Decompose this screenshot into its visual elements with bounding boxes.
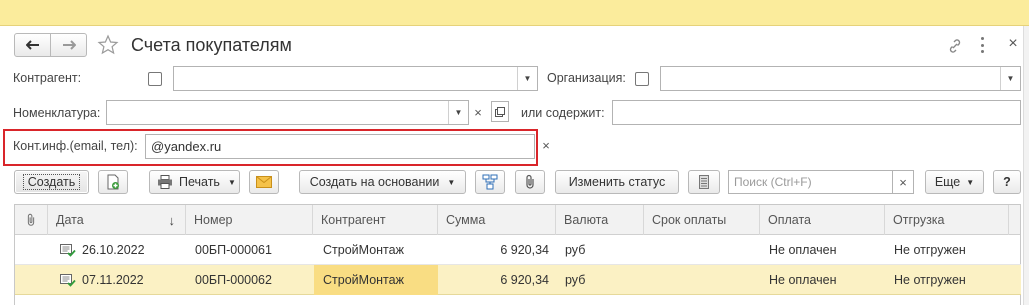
row-date: 26.10.2022 <box>82 243 145 257</box>
column-header-currency[interactable]: Валюта <box>556 205 644 235</box>
chevron-down-icon: ▼ <box>447 177 456 187</box>
arrow-right-icon <box>62 40 76 50</box>
row-sum: 6 920,34 <box>500 273 549 287</box>
clear-icon[interactable]: × <box>539 136 553 154</box>
row-number: 00БП-000061 <box>195 243 272 257</box>
help-button[interactable]: ? <box>993 170 1021 194</box>
row-number: 00БП-000062 <box>195 273 272 287</box>
organization-checkbox[interactable] <box>635 72 649 86</box>
contact-label: Конт.инф.(email, тел): <box>13 139 138 153</box>
document-posted-icon <box>60 244 76 257</box>
list-icon <box>699 175 709 189</box>
row-payment: Не оплачен <box>769 273 837 287</box>
counterparty-select[interactable]: ▼ <box>173 66 538 91</box>
organization-label: Организация: <box>547 71 626 85</box>
row-currency: руб <box>565 273 586 287</box>
clear-icon[interactable]: × <box>471 103 485 121</box>
envelope-icon <box>256 176 272 188</box>
row-shipment: Не отгружен <box>894 273 966 287</box>
column-header-number[interactable]: Номер <box>186 205 313 235</box>
column-header-shipment[interactable]: Отгрузка <box>885 205 1009 235</box>
column-header-sum[interactable]: Сумма <box>438 205 556 235</box>
row-currency: руб <box>565 243 586 257</box>
counterparty-checkbox[interactable] <box>148 72 162 86</box>
favorite-star-icon[interactable] <box>97 34 119 56</box>
row-shipment: Не отгружен <box>894 243 966 257</box>
row-payment: Не оплачен <box>769 243 837 257</box>
row-sum: 6 920,34 <box>500 243 549 257</box>
more-button[interactable]: Еще ▼ <box>925 170 984 194</box>
paperclip-icon <box>27 213 35 226</box>
document-posted-icon <box>60 274 76 287</box>
nomenclature-label: Номенклатура: <box>13 106 101 120</box>
back-button[interactable] <box>14 33 51 57</box>
row-counterparty: СтройМонтаж <box>323 273 404 287</box>
open-icon[interactable] <box>491 101 509 122</box>
row-counterparty: СтройМонтаж <box>323 243 404 257</box>
organization-select[interactable]: ▼ <box>660 66 1021 91</box>
chevron-down-icon[interactable]: ▼ <box>448 101 468 124</box>
menu-dots-icon[interactable] <box>981 37 985 53</box>
page-title: Счета покупателям <box>131 35 292 55</box>
vertical-scrollbar[interactable] <box>1023 26 1029 305</box>
column-header-due-date[interactable]: Срок оплаты <box>644 205 760 235</box>
search-input[interactable]: Поиск (Ctrl+F) <box>728 170 893 194</box>
or-contains-input[interactable] <box>612 100 1021 125</box>
document-list-window: Счета покупателям × Контрагент: ▼ Органи… <box>0 26 1029 305</box>
add-document-button[interactable] <box>98 170 128 194</box>
paperclip-icon <box>526 174 534 189</box>
attachments-button[interactable] <box>515 170 545 194</box>
column-header-counterparty[interactable]: Контрагент <box>313 205 438 235</box>
add-document-icon <box>107 174 119 190</box>
counterparty-label: Контрагент: <box>13 71 82 85</box>
contact-input[interactable]: @yandex.ru <box>145 134 535 159</box>
list-settings-button[interactable] <box>688 170 720 194</box>
create-button[interactable]: Создать <box>14 170 89 194</box>
email-button[interactable] <box>249 170 279 194</box>
sort-down-icon: ↓ <box>168 212 176 228</box>
link-icon[interactable] <box>947 38 963 54</box>
forward-button[interactable] <box>50 33 87 57</box>
column-header-payment[interactable]: Оплата <box>760 205 885 235</box>
create-based-on-button[interactable]: Создать на основании ▼ <box>299 170 466 194</box>
change-status-button[interactable]: Изменить статус <box>555 170 679 194</box>
row-date: 07.11.2022 <box>82 273 144 287</box>
close-icon: × <box>899 174 907 190</box>
chevron-down-icon[interactable]: ▼ <box>517 67 537 90</box>
chevron-down-icon[interactable]: ▼ <box>1000 67 1020 90</box>
top-status-bar <box>0 0 1029 26</box>
chevron-down-icon: ▼ <box>227 177 236 187</box>
nomenclature-select[interactable]: ▼ <box>106 100 469 125</box>
search-clear-button[interactable]: × <box>893 170 914 194</box>
close-icon[interactable]: × <box>1005 35 1021 52</box>
printer-icon <box>158 175 172 189</box>
column-header-date[interactable]: Дата ↓ <box>48 205 186 235</box>
chevron-down-icon: ▼ <box>966 177 975 187</box>
contact-value: @yandex.ru <box>151 139 222 154</box>
print-button[interactable]: Печать ▼ <box>149 170 240 194</box>
arrow-left-icon <box>25 40 39 50</box>
structure-button[interactable] <box>475 170 505 194</box>
attachment-column-header[interactable] <box>15 205 48 235</box>
structure-icon <box>482 174 498 190</box>
search-placeholder: Поиск (Ctrl+F) <box>734 175 812 189</box>
or-contains-label: или содержит: <box>521 106 605 120</box>
